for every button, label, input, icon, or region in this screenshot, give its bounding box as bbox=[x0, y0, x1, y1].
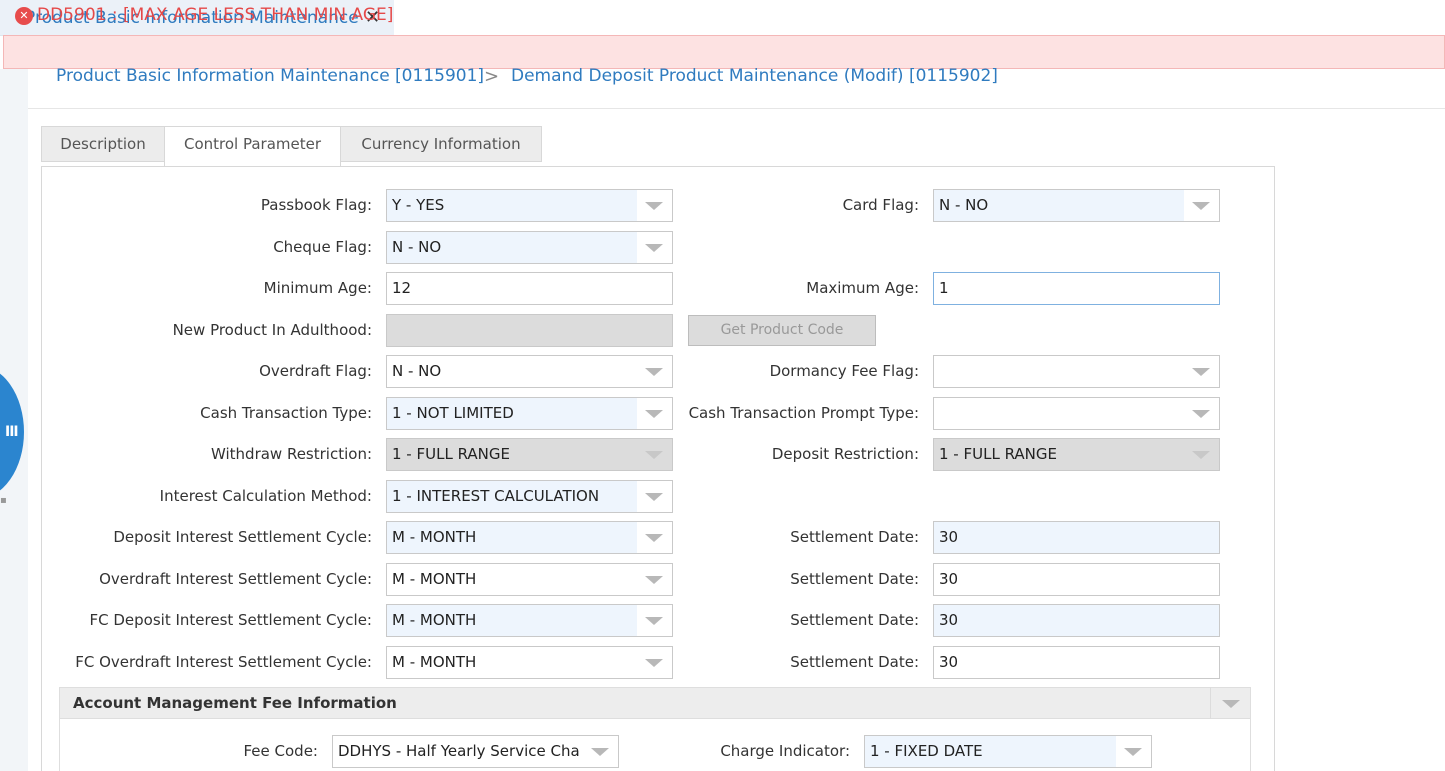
passbook-flag-label: Passbook Flag: bbox=[260, 196, 372, 214]
chevron-down-icon[interactable] bbox=[636, 190, 672, 221]
new-product-adulthood-input bbox=[386, 314, 673, 347]
deposit-restriction-select: 1 - FULL RANGE bbox=[933, 438, 1220, 471]
breadcrumb-separator-icon: > bbox=[484, 66, 500, 87]
cash-transaction-type-value: 1 - NOT LIMITED bbox=[387, 398, 637, 429]
chevron-down-icon[interactable] bbox=[636, 522, 672, 553]
overdraft-int-cycle-select[interactable]: M - MONTH bbox=[386, 563, 673, 596]
withdraw-restriction-label: Withdraw Restriction: bbox=[210, 445, 372, 463]
side-marker: ▪ bbox=[0, 495, 7, 506]
chevron-down-icon[interactable] bbox=[636, 356, 672, 387]
charge-indicator-select[interactable]: 1 - FIXED DATE bbox=[864, 735, 1152, 768]
cash-transaction-prompt-type-value bbox=[934, 398, 1184, 429]
maximum-age-input[interactable]: 1 bbox=[933, 272, 1220, 305]
fc-deposit-int-cycle-label: FC Deposit Interest Settlement Cycle: bbox=[89, 611, 372, 629]
fc-deposit-int-cycle-value: M - MONTH bbox=[387, 605, 637, 636]
cash-transaction-prompt-type-label: Cash Transaction Prompt Type: bbox=[688, 404, 919, 422]
cash-transaction-type-label: Cash Transaction Type: bbox=[200, 404, 372, 422]
tab-description[interactable]: Description bbox=[41, 126, 165, 162]
fc-deposit-settle-date-label: Settlement Date: bbox=[790, 611, 919, 629]
minimum-age-input[interactable]: 12 bbox=[386, 272, 673, 305]
tab-control-parameter[interactable]: Control Parameter bbox=[164, 126, 341, 167]
chevron-down-icon[interactable] bbox=[636, 398, 672, 429]
breadcrumb-divider bbox=[28, 108, 1445, 109]
chevron-down-icon[interactable] bbox=[636, 605, 672, 636]
deposit-int-cycle-value: M - MONTH bbox=[387, 522, 637, 553]
error-message: DD5901 : [MAX AGE LESS THAN MIN AGE] bbox=[37, 5, 394, 25]
dormancy-fee-flag-label: Dormancy Fee Flag: bbox=[769, 362, 919, 380]
chevron-down-icon[interactable] bbox=[636, 481, 672, 512]
fee-code-value: DDHYS - Half Yearly Service Cha bbox=[338, 742, 580, 760]
cheque-flag-select[interactable]: N - NO bbox=[386, 231, 673, 264]
overdraft-flag-value: N - NO bbox=[392, 362, 442, 380]
chevron-down-icon[interactable] bbox=[636, 564, 672, 595]
minimum-age-label: Minimum Age: bbox=[263, 279, 372, 297]
overdraft-settle-date-label: Settlement Date: bbox=[790, 570, 919, 588]
withdraw-restriction-select: 1 - FULL RANGE bbox=[386, 438, 673, 471]
passbook-flag-select[interactable]: Y - YES bbox=[386, 189, 673, 222]
chevron-down-icon[interactable] bbox=[1183, 356, 1219, 387]
error-circle-icon: ✕ bbox=[15, 7, 33, 25]
fc-overdraft-settle-date-label: Settlement Date: bbox=[790, 653, 919, 671]
chevron-down-icon bbox=[1183, 439, 1219, 470]
cash-transaction-type-select[interactable]: 1 - NOT LIMITED bbox=[386, 397, 673, 430]
charge-indicator-value: 1 - FIXED DATE bbox=[865, 736, 1116, 767]
maximum-age-label: Maximum Age: bbox=[806, 279, 919, 297]
chevron-down-icon[interactable] bbox=[1210, 687, 1251, 719]
error-banner bbox=[3, 35, 1445, 69]
get-product-code-button[interactable]: Get Product Code bbox=[688, 315, 876, 346]
overdraft-flag-select[interactable]: N - NO bbox=[386, 355, 673, 388]
withdraw-restriction-value: 1 - FULL RANGE bbox=[392, 445, 510, 463]
card-flag-select[interactable]: N - NO bbox=[933, 189, 1220, 222]
fc-overdraft-int-cycle-select[interactable]: M - MONTH bbox=[386, 646, 673, 679]
deposit-int-cycle-label: Deposit Interest Settlement Cycle: bbox=[113, 528, 372, 546]
fc-overdraft-int-cycle-value: M - MONTH bbox=[392, 653, 477, 671]
overdraft-flag-label: Overdraft Flag: bbox=[259, 362, 372, 380]
new-product-adulthood-label: New Product In Adulthood: bbox=[172, 321, 372, 339]
fc-deposit-int-cycle-select[interactable]: M - MONTH bbox=[386, 604, 673, 637]
fc-overdraft-settle-date-input[interactable]: 30 bbox=[933, 646, 1220, 679]
fee-code-select[interactable]: DDHYS - Half Yearly Service Cha bbox=[332, 735, 619, 768]
card-flag-label: Card Flag: bbox=[842, 196, 919, 214]
chevron-down-icon[interactable] bbox=[636, 647, 672, 678]
deposit-settle-date-label: Settlement Date: bbox=[790, 528, 919, 546]
chevron-down-icon[interactable] bbox=[1183, 190, 1219, 221]
cash-transaction-prompt-type-select[interactable] bbox=[933, 397, 1220, 430]
deposit-restriction-value: 1 - FULL RANGE bbox=[939, 445, 1057, 463]
fc-deposit-settle-date-input[interactable]: 30 bbox=[933, 604, 1220, 637]
fee-section-title: Account Management Fee Information bbox=[73, 694, 397, 712]
chevron-down-icon[interactable] bbox=[1115, 736, 1151, 767]
overdraft-int-cycle-value: M - MONTH bbox=[392, 570, 477, 588]
deposit-int-cycle-select[interactable]: M - MONTH bbox=[386, 521, 673, 554]
overdraft-int-cycle-label: Overdraft Interest Settlement Cycle: bbox=[99, 570, 372, 588]
card-flag-value: N - NO bbox=[934, 190, 1184, 221]
fee-code-label: Fee Code: bbox=[243, 742, 319, 760]
chevron-down-icon bbox=[636, 439, 672, 470]
deposit-settle-date-input[interactable]: 30 bbox=[933, 521, 1220, 554]
chevron-down-icon[interactable] bbox=[636, 232, 672, 263]
cheque-flag-label: Cheque Flag: bbox=[273, 238, 372, 256]
chevron-down-icon[interactable] bbox=[1183, 398, 1219, 429]
cheque-flag-value: N - NO bbox=[387, 232, 637, 263]
dormancy-fee-flag-value bbox=[934, 356, 1184, 387]
chevron-down-icon[interactable] bbox=[582, 736, 618, 767]
interest-calc-method-value: 1 - INTEREST CALCULATION bbox=[387, 481, 637, 512]
breadcrumb-item-2[interactable]: Demand Deposit Product Maintenance (Modi… bbox=[511, 66, 998, 86]
menu-bars-icon[interactable]: III bbox=[5, 424, 19, 440]
deposit-restriction-label: Deposit Restriction: bbox=[771, 445, 919, 463]
overdraft-settle-date-input[interactable]: 30 bbox=[933, 563, 1220, 596]
interest-calc-method-label: Interest Calculation Method: bbox=[159, 487, 372, 505]
passbook-flag-value: Y - YES bbox=[387, 190, 637, 221]
interest-calc-method-select[interactable]: 1 - INTEREST CALCULATION bbox=[386, 480, 673, 513]
charge-indicator-label: Charge Indicator: bbox=[720, 742, 850, 760]
tab-currency-information[interactable]: Currency Information bbox=[340, 126, 542, 162]
breadcrumb-item-1[interactable]: Product Basic Information Maintenance [0… bbox=[56, 66, 484, 86]
fc-overdraft-int-cycle-label: FC Overdraft Interest Settlement Cycle: bbox=[75, 653, 372, 671]
dormancy-fee-flag-select[interactable] bbox=[933, 355, 1220, 388]
